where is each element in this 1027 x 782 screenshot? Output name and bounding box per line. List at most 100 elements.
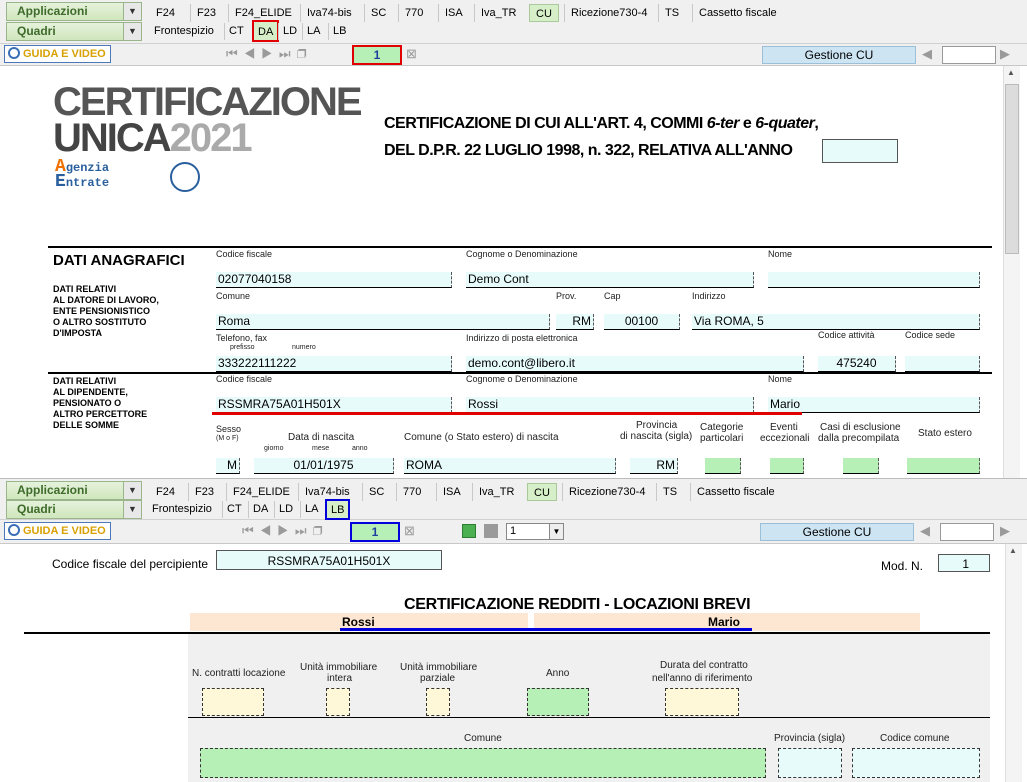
chevron-down-icon[interactable]: ▼ bbox=[123, 23, 141, 40]
cognome-field[interactable]: Demo Cont bbox=[466, 272, 754, 288]
cf-percipiente-field[interactable]: RSSMRA75A01H501X bbox=[216, 550, 442, 570]
tab-iva74bis[interactable]: Iva74-bis bbox=[300, 4, 358, 22]
dip-cognome-field[interactable]: Rossi bbox=[466, 397, 754, 413]
stato-estero-field[interactable] bbox=[907, 458, 980, 474]
guida-video-button[interactable]: GUIDA E VIDEO bbox=[4, 45, 111, 63]
dip-nome-field[interactable]: Mario bbox=[768, 397, 980, 413]
page-nav-icons[interactable]: ⏮◀▶⏭❐ bbox=[242, 523, 329, 539]
gestione-cu-button[interactable]: Gestione CU bbox=[760, 523, 914, 541]
nome-field[interactable] bbox=[768, 272, 980, 288]
prev-icon[interactable]: ◀ bbox=[920, 523, 936, 539]
label-prov: Prov. bbox=[556, 291, 577, 301]
quadro-ld[interactable]: LD bbox=[274, 501, 297, 518]
module-select[interactable]: 1 ▼ bbox=[506, 523, 564, 540]
guida-video-button[interactable]: GUIDA E VIDEO bbox=[4, 522, 111, 540]
page-number-box[interactable]: 1 bbox=[352, 45, 402, 65]
durata-field[interactable] bbox=[665, 688, 739, 716]
tab-cassetto-fiscale[interactable]: Cassetto fiscale bbox=[692, 4, 783, 22]
tab-f23[interactable]: F23 bbox=[188, 483, 220, 501]
quadro-lb[interactable]: LB bbox=[325, 499, 351, 520]
tab-770[interactable]: 770 bbox=[398, 4, 429, 22]
tab-cu[interactable]: CU bbox=[527, 483, 557, 501]
quadro-ct[interactable]: CT bbox=[222, 501, 246, 518]
prov-nascita-field[interactable]: RM bbox=[630, 458, 678, 474]
scrollbar-2[interactable]: ▲ bbox=[1005, 544, 1022, 782]
quadro-frontespizio[interactable]: Frontespizio bbox=[150, 23, 218, 40]
tab-ts[interactable]: TS bbox=[656, 483, 683, 501]
prev-icon[interactable]: ◀ bbox=[922, 46, 938, 62]
comune-field[interactable]: Roma bbox=[216, 314, 550, 330]
gestione-cu-button[interactable]: Gestione CU bbox=[762, 46, 916, 64]
label-dip-cf: Codice fiscale bbox=[216, 374, 273, 384]
scrollbar[interactable]: ▲ bbox=[1003, 66, 1020, 478]
next-icon[interactable]: ▶ bbox=[1000, 46, 1016, 62]
attivita-field[interactable]: 475240 bbox=[818, 356, 896, 372]
tab-cassetto-fiscale[interactable]: Cassetto fiscale bbox=[690, 483, 781, 501]
delete-page-icon[interactable]: ⊠ bbox=[406, 46, 423, 62]
email-field[interactable]: demo.cont@libero.it bbox=[466, 356, 804, 372]
indirizzo-field[interactable]: Via ROMA, 5 bbox=[692, 314, 980, 330]
quadro-ct[interactable]: CT bbox=[224, 23, 248, 40]
sede-field[interactable] bbox=[905, 356, 980, 372]
applicazioni-combo[interactable]: Applicazioni ▼ bbox=[6, 2, 142, 21]
tab-iva-tr[interactable]: Iva_TR bbox=[472, 483, 520, 501]
cf-field[interactable]: 02077040158 bbox=[216, 272, 452, 288]
tab-iva-tr[interactable]: Iva_TR bbox=[474, 4, 522, 22]
page-number-box[interactable]: 1 bbox=[350, 522, 400, 542]
tab-ricezione7304[interactable]: Ricezione730-4 bbox=[562, 483, 651, 501]
prov-field[interactable]: RM bbox=[556, 314, 594, 330]
remove-module-icon[interactable] bbox=[484, 524, 498, 538]
quadro-lb[interactable]: LB bbox=[328, 23, 350, 40]
quadro-la[interactable]: LA bbox=[302, 23, 324, 40]
telefono-field[interactable]: 333222111222 bbox=[216, 356, 452, 372]
tab-f24[interactable]: F24 bbox=[150, 4, 181, 22]
anno-field[interactable] bbox=[822, 139, 898, 163]
page-field[interactable] bbox=[940, 523, 994, 541]
contratti-field[interactable] bbox=[202, 688, 264, 716]
quadri-combo[interactable]: Quadri ▼ bbox=[6, 22, 142, 41]
intera-field[interactable] bbox=[326, 688, 350, 716]
quadro-la[interactable]: LA bbox=[300, 501, 322, 518]
quadro-da[interactable]: DA bbox=[248, 501, 272, 518]
applicazioni-combo[interactable]: Applicazioni ▼ bbox=[6, 481, 142, 500]
tab-f23[interactable]: F23 bbox=[190, 4, 222, 22]
nascita-field[interactable]: 01/01/1975 bbox=[254, 458, 394, 474]
sesso-field[interactable]: M bbox=[216, 458, 240, 474]
categorie-field[interactable] bbox=[705, 458, 741, 474]
quadro-da[interactable]: DA bbox=[252, 20, 280, 42]
tab-sc[interactable]: SC bbox=[364, 4, 392, 22]
tab-cu[interactable]: CU bbox=[529, 4, 559, 22]
comune-nascita-field[interactable]: ROMA bbox=[404, 458, 616, 474]
quadro-frontespizio[interactable]: Frontespizio bbox=[148, 501, 216, 518]
tab-770[interactable]: 770 bbox=[396, 483, 427, 501]
help-icon bbox=[8, 47, 20, 59]
add-module-icon[interactable] bbox=[462, 524, 476, 538]
chevron-down-icon[interactable]: ▼ bbox=[123, 501, 141, 518]
dip-cf-field[interactable]: RSSMRA75A01H501X bbox=[216, 397, 452, 413]
delete-page-icon[interactable]: ⊠ bbox=[404, 523, 421, 539]
anno-lb-field[interactable] bbox=[527, 688, 589, 716]
page-nav-icons[interactable]: ⏮◀▶⏭❐ bbox=[226, 46, 313, 62]
chevron-down-icon[interactable]: ▼ bbox=[549, 524, 563, 539]
parziale-field[interactable] bbox=[426, 688, 450, 716]
cap-field[interactable]: 00100 bbox=[604, 314, 680, 330]
chevron-down-icon[interactable]: ▼ bbox=[123, 482, 141, 499]
quadro-ld[interactable]: LD bbox=[278, 23, 301, 40]
eventi-field[interactable] bbox=[770, 458, 804, 474]
tab-ts[interactable]: TS bbox=[658, 4, 685, 22]
chevron-down-icon[interactable]: ▼ bbox=[123, 3, 141, 20]
comune-lb-field[interactable] bbox=[200, 748, 766, 778]
tab-isa[interactable]: ISA bbox=[436, 483, 467, 501]
codice-comune-field[interactable] bbox=[852, 748, 980, 778]
casi-field[interactable] bbox=[843, 458, 879, 474]
tab-sc[interactable]: SC bbox=[362, 483, 390, 501]
tab-f24-elide[interactable]: F24_ELIDE bbox=[226, 483, 296, 501]
tab-isa[interactable]: ISA bbox=[438, 4, 469, 22]
mod-field[interactable]: 1 bbox=[938, 554, 990, 572]
quadri-combo[interactable]: Quadri ▼ bbox=[6, 500, 142, 519]
tab-f24[interactable]: F24 bbox=[150, 483, 181, 501]
provincia-lb-field[interactable] bbox=[778, 748, 842, 778]
page-field[interactable] bbox=[942, 46, 996, 64]
next-icon[interactable]: ▶ bbox=[1000, 523, 1016, 539]
tab-ricezione7304[interactable]: Ricezione730-4 bbox=[564, 4, 653, 22]
